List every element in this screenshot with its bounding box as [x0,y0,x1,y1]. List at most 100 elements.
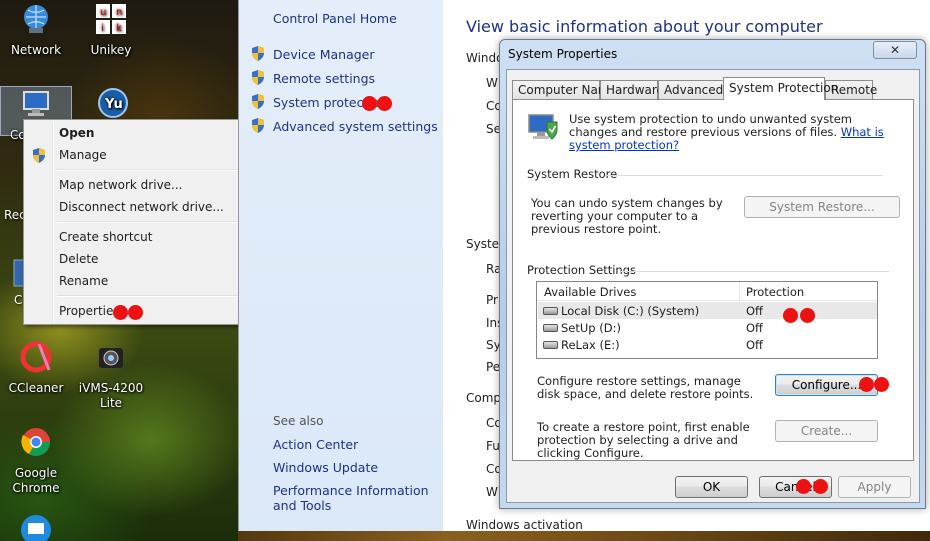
windows-update-link[interactable]: Windows Update [273,460,378,475]
hard-drive-icon [543,341,558,349]
info-label: Fu [486,439,500,453]
group-line [605,175,883,176]
system-restore-button[interactable]: System Restore... [744,196,900,218]
section-heading: Comp [466,391,502,405]
menu-item-open[interactable]: Open [26,122,253,144]
menu-item-delete[interactable]: Delete [26,248,253,270]
system-restore-heading: System Restore [527,167,618,181]
partial-icon-label: C [14,293,23,307]
svg-text:n: n [116,7,122,18]
windows-logo-icon [547,308,560,317]
red-marker-dot [859,377,874,392]
info-label: W [486,485,498,499]
svg-text:i: i [101,23,104,34]
menu-separator [26,218,253,226]
svg-text:u: u [100,7,106,18]
tab-hardware[interactable]: Hardware [600,80,664,99]
icon-label: iVMS-4200 Lite [78,381,144,410]
column-divider [739,282,740,301]
icon-label: CCleaner [8,381,64,395]
drive-row-c[interactable]: Local Disk (C:) (System) Off [538,302,877,319]
info-label: W [486,76,498,90]
uac-shield-icon [252,46,264,61]
drive-protection-status: Off [746,304,763,318]
column-header-available-drives[interactable]: Available Drives [544,285,636,299]
see-also-heading: See also [273,414,324,428]
unikey-icon: u n i k [96,4,126,34]
camera-icon [99,348,123,368]
menu-item-disconnect-network-drive[interactable]: Disconnect network drive... [26,196,253,218]
drive-name: ReLax (E:) [561,338,620,352]
icon-label: Network [10,43,62,57]
app-icon [21,515,51,541]
red-marker-dot [874,377,889,392]
tab-advanced[interactable]: Advanced [658,80,724,99]
tab-system-protection[interactable]: System Protection [723,77,838,100]
create-button[interactable]: Create... [775,420,878,442]
red-marker-dot [113,305,128,320]
system-restore-text: You can undo system changes by reverting… [531,196,723,236]
dialog-body: Computer Name Hardware Advanced System P… [506,69,920,503]
chrome-icon [21,428,50,456]
system-protection-icon [528,114,558,140]
available-drives-list: Available Drives Protection Local Disk (… [536,281,878,359]
red-marker-dot [813,479,828,494]
uac-shield-icon [252,70,264,85]
section-heading: Windo [466,51,504,65]
hard-drive-icon [543,324,558,332]
drive-row-e[interactable]: ReLax (E:) Off [538,336,877,353]
icon-label: Google Chrome [12,466,60,495]
remote-settings-link[interactable]: Remote settings [273,71,375,86]
configure-text: Configure restore settings, manage disk … [537,374,754,401]
red-marker-dot [362,96,377,111]
icon-label: Unikey [90,43,132,57]
svg-text:k: k [116,23,122,34]
menu-separator [26,166,253,174]
ccleaner-icon [20,341,52,373]
network-icon [24,5,48,33]
menu-item-rename[interactable]: Rename [26,270,253,292]
red-marker-dot [796,479,811,494]
control-panel-home-link[interactable]: Control Panel Home [273,11,397,26]
computer-icon [23,91,49,116]
apply-button[interactable]: Apply [838,476,911,498]
tab-computer-name[interactable]: Computer Name [512,80,617,99]
device-manager-link[interactable]: Device Manager [273,47,375,62]
uac-shield-icon [252,118,264,133]
menu-item-create-shortcut[interactable]: Create shortcut [26,226,253,248]
list-header: Available Drives Protection [537,282,877,301]
windows-activation-heading: Windows activation [466,518,583,532]
drive-row-d[interactable]: SetUp (D:) Off [538,319,877,336]
drive-name: Local Disk (C:) (System) [561,304,700,318]
menu-item-map-network-drive[interactable]: Map network drive... [26,174,253,196]
svg-text:Yu: Yu [104,97,123,112]
page-title: View basic information about your comput… [466,17,823,36]
desktop-icon-ivms[interactable]: iVMS-4200 Lite [75,340,147,411]
system-protection-page: Use system protection to undo unwanted s… [512,99,914,461]
close-button[interactable]: ✕ [873,41,917,59]
control-panel-sidebar: Control Panel Home Device Manager Remote… [238,0,443,541]
desktop-background [238,531,930,541]
app-icon: Yu [98,88,128,118]
action-center-link[interactable]: Action Center [273,437,358,452]
group-line [621,271,889,272]
menu-item-manage[interactable]: Manage [26,144,253,166]
dialog-title: System Properties [508,47,618,61]
uac-shield-icon [33,148,45,163]
red-marker-dot [128,305,143,320]
uac-shield-icon [252,94,264,109]
system-properties-dialog: System Properties ✕ Computer Name Hardwa… [499,39,926,509]
desktop-icon-chrome[interactable]: Google Chrome [0,425,72,496]
column-header-protection[interactable]: Protection [746,285,804,299]
ok-button[interactable]: OK [675,476,748,498]
desktop-icon-ccleaner[interactable]: CCleaner [0,340,72,396]
performance-information-link[interactable]: Performance Information and Tools [273,483,438,513]
desktop-icon-network[interactable]: Network [0,2,72,58]
red-marker-dot [377,96,392,111]
advanced-system-settings-link[interactable]: Advanced system settings [273,119,438,134]
desktop-icon-unikey[interactable]: u n i k Unikey [75,2,147,58]
context-menu: Open Manage Map network drive... Disconn… [23,119,256,325]
red-marker-dot [800,308,815,323]
menu-separator [26,292,253,300]
drive-protection-status: Off [746,321,763,335]
